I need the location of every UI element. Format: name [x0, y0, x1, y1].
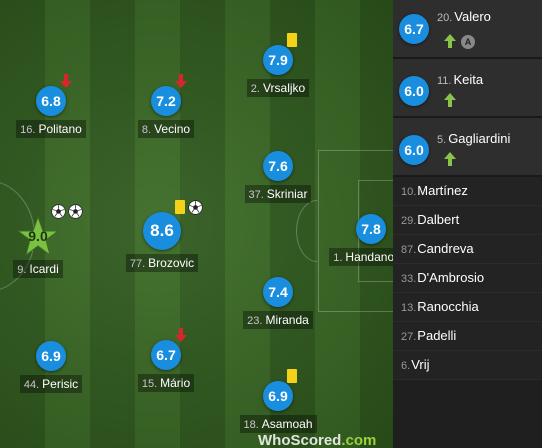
bench-player-row[interactable]: 33.D'Ambrosio: [393, 264, 542, 293]
red-down-arrow-icon: [175, 328, 187, 347]
green-up-arrow-icon: [443, 152, 457, 171]
player-rating: 9.0: [28, 228, 48, 244]
substitute-name: 5. Gagliardini: [437, 131, 511, 146]
bench-player-number: 29.: [401, 215, 417, 227]
player-vecino[interactable]: 7.2 8. Vecino: [121, 74, 211, 138]
captain-badge-icon: A: [461, 35, 475, 49]
player-asamoah[interactable]: 6.9 18. Asamoah: [233, 369, 323, 433]
yellow-card-icon: [287, 369, 297, 388]
bench-player-number: 6.: [401, 360, 411, 372]
player-name-label: 1.Handanovic: [329, 248, 393, 266]
bench-player-name: Vrij: [411, 357, 430, 372]
bench-player-number: 33.: [401, 273, 417, 285]
player-icardi[interactable]: 9.0 9. Icardi: [0, 204, 83, 278]
bench-player-row[interactable]: 6.Vrij: [393, 351, 542, 380]
yellow-card-icon: [175, 200, 185, 219]
player-skriniar[interactable]: 7.6 37. Skriniar: [233, 151, 323, 203]
football-icon: [51, 204, 66, 224]
bench-player-name: Ranocchia: [417, 299, 479, 314]
bench-player-number: 27.: [401, 331, 417, 343]
bench-player-row[interactable]: 27.Padelli: [393, 322, 542, 351]
player-name-label: 37. Skriniar: [244, 185, 312, 203]
substitute-row[interactable]: 6.0 5. Gagliardini: [393, 118, 542, 177]
bench-player-number: 13.: [401, 302, 417, 314]
bench-player-row[interactable]: 87.Candreva: [393, 235, 542, 264]
football-icon: [68, 204, 83, 224]
football-icon: [188, 200, 203, 220]
substitute-rating: 6.0: [399, 135, 429, 165]
green-up-arrow-icon: [443, 34, 457, 53]
player-name-label: 9. Icardi: [13, 260, 63, 278]
player-brozovic[interactable]: 8.6 77. Brozovic: [117, 200, 207, 272]
bench-player-row[interactable]: 29.Dalbert: [393, 206, 542, 235]
player-rating: 7.4: [263, 277, 293, 307]
bench-player-row[interactable]: 10.Martínez: [393, 177, 542, 206]
substitute-name: 11. Keita: [437, 72, 484, 87]
player-name-label: 15. Mário: [137, 374, 195, 392]
red-down-arrow-icon: [60, 74, 72, 93]
player-politano[interactable]: 6.8 16. Politano: [6, 74, 96, 138]
substitute-rating: 6.7: [399, 14, 429, 44]
player-rating: 7.6: [263, 151, 293, 181]
bench-player-name: Candreva: [417, 241, 474, 256]
player-perisic[interactable]: 6.9 44. Perisic: [6, 341, 96, 393]
bench-player-row[interactable]: 13.Ranocchia: [393, 293, 542, 322]
bench-player-name: Martínez: [417, 183, 468, 198]
player-rating: 6.9: [36, 341, 66, 371]
player-name-label: 44. Perisic: [19, 375, 83, 393]
player-name-label: 16. Politano: [16, 120, 86, 138]
player-name-label: 77. Brozovic: [125, 254, 199, 272]
substitutes-panel: 6.7 20. Valero A 6.0 11. Keita 6.0 5. Gagliardini…: [393, 0, 542, 448]
player-mario[interactable]: 6.7 15. Mário: [121, 328, 211, 392]
player-handanovic[interactable]: 7.8 1.Handanovic: [326, 214, 393, 266]
formation-pitch: 6.8 16. Politano 7.2 8. Vecino 7.9 2. Vrsaljko 7.…: [0, 0, 393, 448]
player-name-label: 18. Asamoah: [239, 415, 317, 433]
red-down-arrow-icon: [175, 74, 187, 93]
bench-player-number: 10.: [401, 186, 417, 198]
player-rating: 7.8: [356, 214, 386, 244]
bench-player-name: Dalbert: [417, 212, 460, 227]
player-miranda[interactable]: 7.4 23. Miranda: [233, 277, 323, 329]
bench-player-number: 87.: [401, 244, 417, 256]
player-name-label: 8. Vecino: [137, 120, 195, 138]
bench-player-name: D'Ambrosio: [417, 270, 485, 285]
yellow-card-icon: [287, 33, 297, 52]
substitute-row[interactable]: 6.0 11. Keita: [393, 59, 542, 118]
substitute-row[interactable]: 6.7 20. Valero A: [393, 0, 542, 59]
green-up-arrow-icon: [443, 93, 457, 112]
player-name-label: 2. Vrsaljko: [246, 79, 310, 97]
player-name-label: 23. Miranda: [243, 311, 313, 329]
substitute-name: 20. Valero: [437, 9, 491, 24]
player-vrsaljko[interactable]: 7.9 2. Vrsaljko: [233, 33, 323, 97]
bench-player-name: Padelli: [417, 328, 457, 343]
whoscored-logo: WhoScored.com: [258, 432, 377, 448]
substitute-rating: 6.0: [399, 76, 429, 106]
